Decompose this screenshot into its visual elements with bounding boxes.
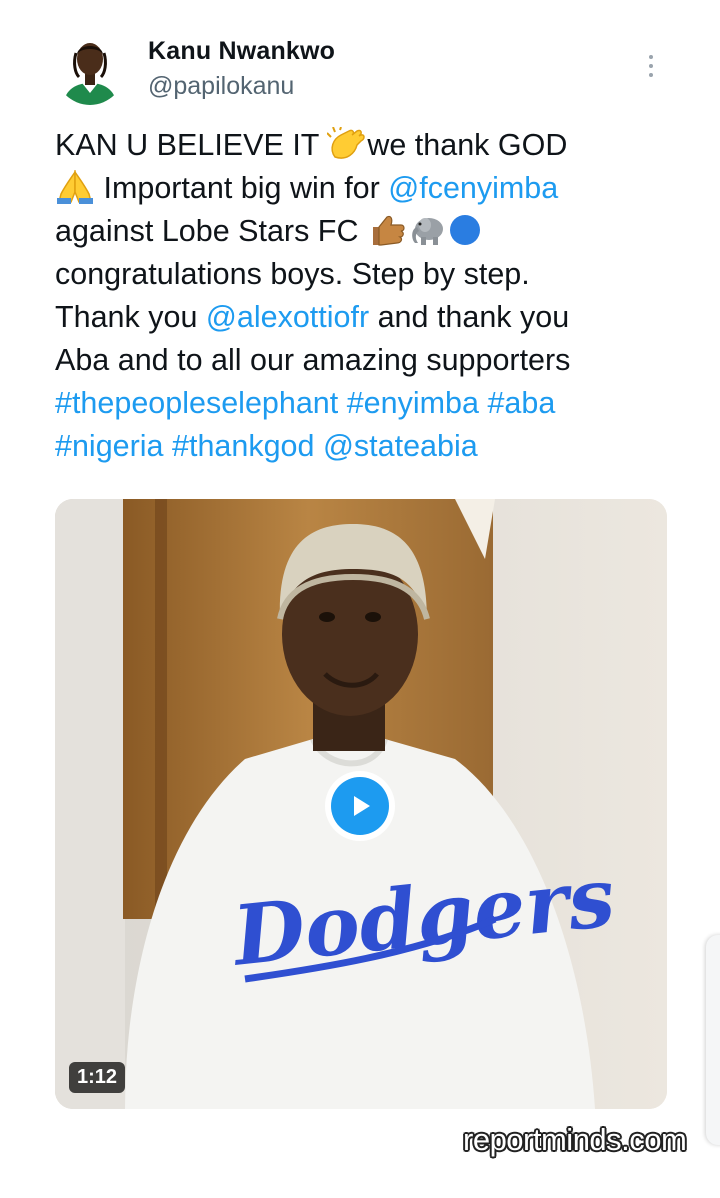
- tweet-screen: Kanu Nwankwo @papilokanu KAN U BELIEVE I…: [0, 0, 720, 1198]
- tweet-line: #nigeria #thankgod @stateabia: [55, 425, 675, 468]
- tweet-line: #thepeopleselephant #enyimba #aba: [55, 382, 675, 425]
- tweet-text-segment: Thank you: [55, 300, 206, 334]
- tweet-line: KAN U BELIEVE IT we thank GOD: [55, 124, 675, 167]
- hashtag-link[interactable]: #enyimba: [347, 386, 479, 420]
- play-button[interactable]: [325, 771, 395, 841]
- tweet-text-segment: we thank GOD: [367, 128, 568, 162]
- video-duration-badge: 1:12: [69, 1062, 126, 1093]
- tweet-text: KAN U BELIEVE IT we thank GOD Important …: [55, 124, 675, 468]
- tweet-text-segment: against Lobe Stars FC: [55, 214, 367, 248]
- mention-link[interactable]: @alexottiofr: [206, 300, 369, 334]
- tweet-text-segment: congratulations boys. Step by step.: [55, 257, 530, 291]
- tweet-line: congratulations boys. Step by step.: [55, 253, 675, 296]
- tweet-line: Thank you @alexottiofr and thank you: [55, 296, 675, 339]
- tweet-text-segment: KAN U BELIEVE IT: [55, 128, 328, 162]
- hashtag-link[interactable]: #thepeopleselephant: [55, 386, 338, 420]
- tweet-text-segment: [338, 386, 346, 420]
- scroll-edge-handle[interactable]: [706, 935, 720, 1145]
- hashtag-link[interactable]: #thankgod: [172, 429, 314, 463]
- tweet-line: against Lobe Stars FC: [55, 210, 675, 253]
- tweet-text-segment: and thank you: [369, 300, 570, 334]
- tweet-text-segment: [314, 429, 322, 463]
- author-avatar[interactable]: [55, 33, 125, 105]
- author-display-name[interactable]: Kanu Nwankwo: [148, 37, 335, 66]
- author-handle[interactable]: @papilokanu: [148, 72, 294, 101]
- mention-link[interactable]: @fcenyimba: [388, 171, 558, 205]
- watermark: reportminds.com: [463, 1122, 687, 1157]
- tweet-text-segment: [164, 429, 172, 463]
- tweet-text-segment: Important big win for: [95, 171, 389, 205]
- mention-link[interactable]: @stateabia: [323, 429, 478, 463]
- tweet-line: Important big win for @fcenyimba: [55, 167, 675, 210]
- hashtag-link[interactable]: #aba: [487, 386, 555, 420]
- avatar-photo-icon: [55, 33, 125, 105]
- hashtag-link[interactable]: #nigeria: [55, 429, 164, 463]
- more-options-icon[interactable]: [636, 46, 666, 86]
- tweet-video[interactable]: Dodgers 1:12: [55, 499, 667, 1109]
- tweet-line: Aba and to all our amazing supporters: [55, 339, 675, 382]
- play-icon: [354, 796, 370, 816]
- tweet-text-segment: Aba and to all our amazing supporters: [55, 343, 571, 377]
